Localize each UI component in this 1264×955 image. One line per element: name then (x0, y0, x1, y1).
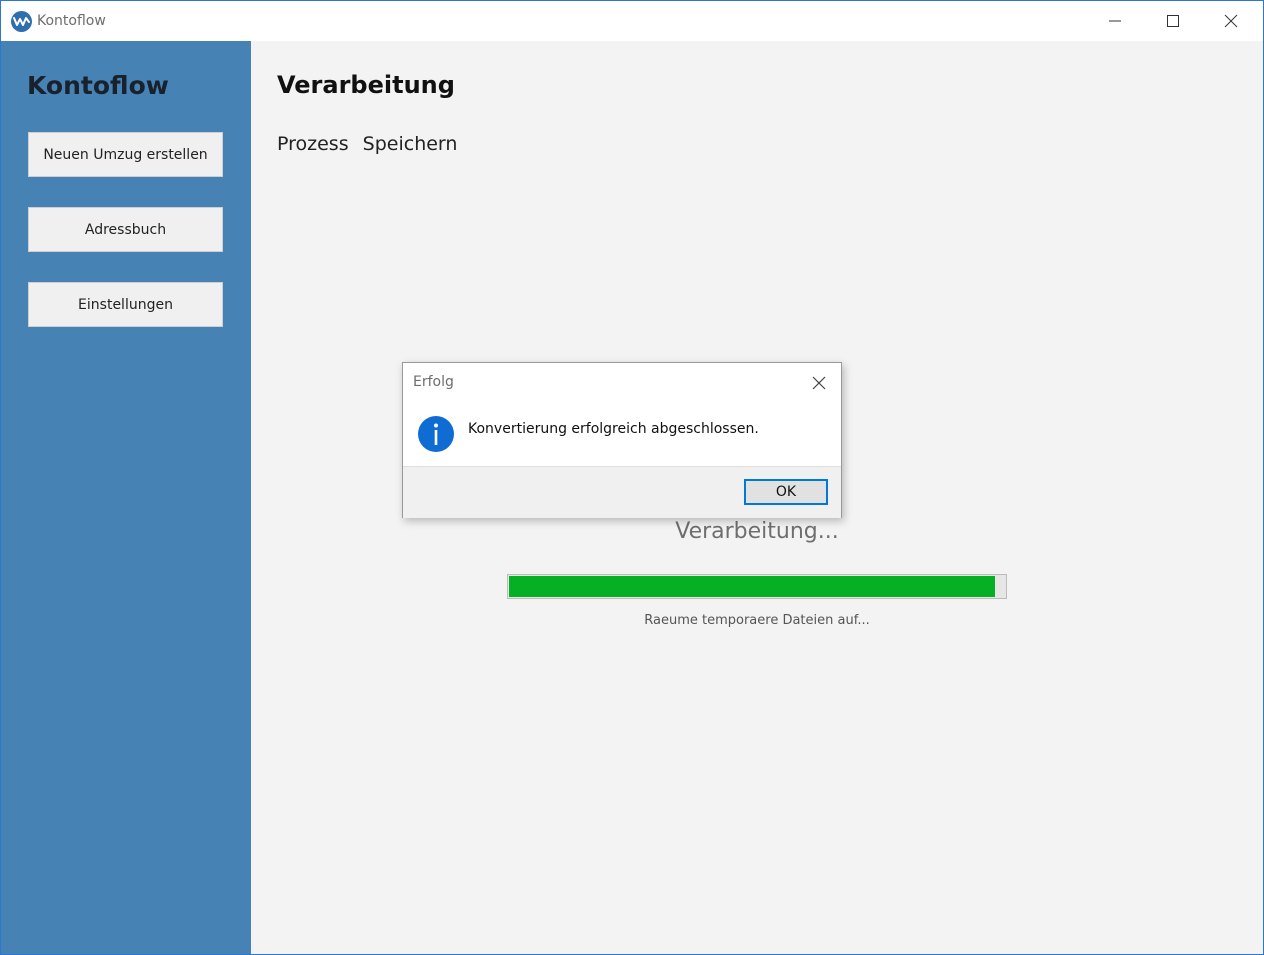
new-move-button[interactable]: Neuen Umzug erstellen (28, 132, 223, 177)
dialog-footer: OK (403, 466, 841, 518)
tab-bar: Prozess Speichern (277, 133, 465, 155)
title-bar[interactable]: Kontoflow (1, 1, 1263, 41)
tab-process[interactable]: Prozess (277, 133, 349, 155)
settings-button[interactable]: Einstellungen (28, 282, 223, 327)
sidebar-title: Kontoflow (27, 71, 169, 100)
tab-save[interactable]: Speichern (363, 133, 458, 155)
app-logo-icon (11, 11, 32, 32)
ok-button[interactable]: OK (744, 479, 828, 505)
address-book-button[interactable]: Adressbuch (28, 207, 223, 252)
sidebar: Kontoflow Neuen Umzug erstellen Adressbu… (1, 41, 251, 954)
dialog-close-icon[interactable] (807, 371, 831, 395)
dialog-message: Konvertierung erfolgreich abgeschlossen. (468, 421, 759, 437)
progress-bar (507, 574, 1007, 599)
progress-detail-text: Raeume temporaere Dateien auf... (644, 613, 870, 628)
info-icon (417, 415, 455, 453)
progress-bar-fill (509, 576, 995, 597)
dialog-title: Erfolg (413, 374, 454, 390)
minimize-button[interactable] (1086, 1, 1144, 41)
window-title: Kontoflow (37, 13, 106, 29)
app-window: Kontoflow Kontoflow Neuen Umzug erstelle… (0, 0, 1264, 955)
processing-heading: Verarbeitung... (675, 519, 839, 544)
page-title: Verarbeitung (277, 71, 455, 99)
maximize-button[interactable] (1144, 1, 1202, 41)
close-window-button[interactable] (1202, 1, 1260, 41)
success-dialog: Erfolg Konvertierung erfolgreich abgesch… (402, 362, 842, 518)
